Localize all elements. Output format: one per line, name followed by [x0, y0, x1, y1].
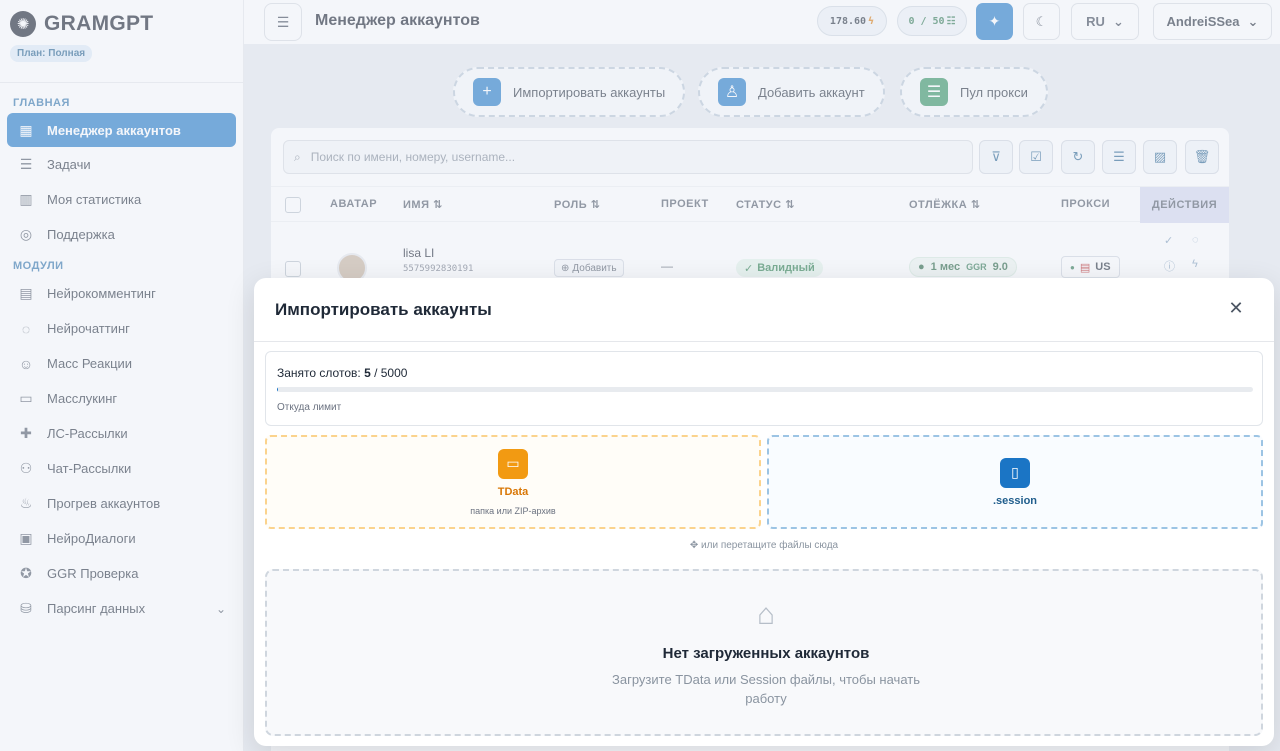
slots-progress-fill: [277, 387, 278, 392]
tdata-sub: папка или ZIP-архив: [470, 505, 556, 516]
import-accounts-modal: Импортировать аккаунты ✕ Занято слотов: …: [254, 278, 1274, 746]
drag-hint: ✥ или перетащите файлы сюда: [254, 540, 1274, 551]
slots-total: / 5000: [374, 366, 408, 380]
folder-icon: ▭: [498, 448, 528, 479]
slots-used: 5: [364, 366, 371, 380]
slots-usage-text: Занято слотов: 5 / 5000: [277, 366, 407, 380]
empty-state-title: Нет загруженных аккаунтов: [662, 645, 870, 662]
slots-label: Занято слотов:: [277, 366, 361, 380]
session-dropzone[interactable]: ▯ .session: [767, 435, 1263, 529]
slots-usage-card: Занято слотов: 5 / 5000 Откуда лимит: [265, 351, 1263, 426]
tdata-dropzone[interactable]: ▭ TData папка или ZIP-архив: [265, 435, 761, 529]
file-icon: ▯: [1000, 457, 1030, 488]
move-icon: ✥: [689, 540, 699, 551]
tdata-label: TData: [497, 485, 529, 498]
limit-info-link[interactable]: Откуда лимит: [277, 402, 341, 413]
uploaded-accounts-area: ⌂ Нет загруженных аккаунтов Загрузите TD…: [265, 569, 1263, 736]
session-label: .session: [992, 494, 1038, 507]
modal-divider: [254, 341, 1274, 342]
empty-state-subtitle: Загрузите TData или Session файлы, чтобы…: [612, 672, 920, 706]
close-button[interactable]: ✕: [1226, 298, 1246, 318]
drag-hint-text: или перетащите файлы сюда: [701, 540, 839, 551]
slots-progress-bar: [277, 387, 1253, 392]
inbox-icon: ⌂: [756, 598, 776, 631]
modal-title: Импортировать аккаунты: [275, 300, 492, 319]
close-icon: ✕: [1228, 297, 1244, 318]
